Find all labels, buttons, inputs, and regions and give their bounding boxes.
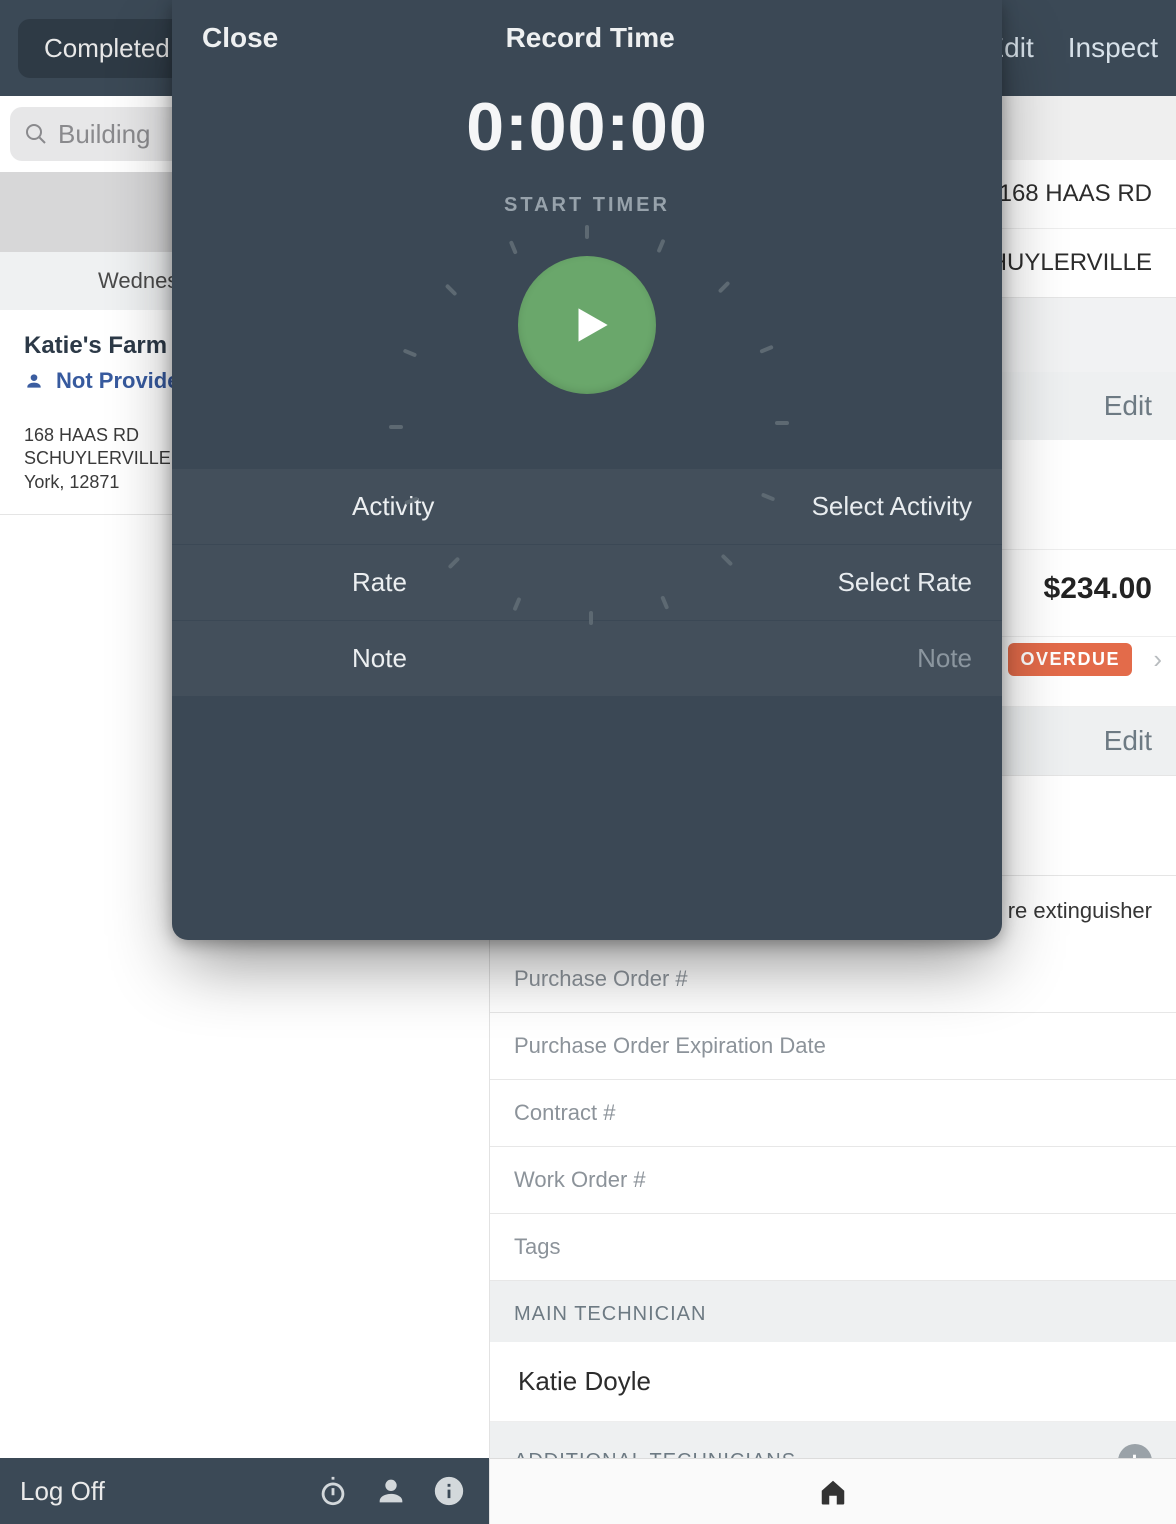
po-expiration-field[interactable]: Purchase Order Expiration Date: [490, 1013, 1176, 1080]
activity-label: Activity: [352, 491, 434, 522]
edit-section-button-1[interactable]: Edit: [1104, 390, 1152, 422]
stopwatch-icon[interactable]: [313, 1471, 353, 1511]
right-footer-bar: [490, 1458, 1176, 1524]
play-icon: [566, 298, 616, 352]
work-order-field[interactable]: Work Order #: [490, 1147, 1176, 1214]
left-footer-bar: Log Off: [0, 1458, 489, 1524]
edit-section-button-2[interactable]: Edit: [1104, 725, 1152, 757]
timer-readout: 0:00:00: [466, 88, 707, 166]
note-label: Note: [352, 643, 407, 674]
tags-field[interactable]: Tags: [490, 1214, 1176, 1281]
timer-dial: [487, 225, 687, 425]
purchase-order-field[interactable]: Purchase Order #: [490, 946, 1176, 1013]
info-icon[interactable]: [429, 1471, 469, 1511]
rate-label: Rate: [352, 567, 407, 598]
start-timer-button[interactable]: [518, 256, 656, 394]
modal-title: Record Time: [208, 22, 972, 54]
chevron-right-icon: ›: [1153, 644, 1162, 675]
person-icon: [24, 371, 44, 391]
activity-row[interactable]: Activity Select Activity: [172, 469, 1002, 545]
user-icon[interactable]: [371, 1471, 411, 1511]
search-placeholder: Building: [58, 119, 151, 150]
log-off-button[interactable]: Log Off: [20, 1476, 105, 1507]
completed-filter-pill[interactable]: Completed: [18, 19, 196, 78]
contract-field[interactable]: Contract #: [490, 1080, 1176, 1147]
note-placeholder: Note: [407, 643, 972, 674]
main-technician-header: MAIN TECHNICIAN: [514, 1303, 706, 1326]
main-technician-value[interactable]: Katie Doyle: [490, 1342, 1176, 1422]
balance-amount: $234.00: [1044, 572, 1152, 606]
note-row[interactable]: Note Note: [172, 621, 1002, 697]
inspect-button[interactable]: Inspect: [1068, 32, 1158, 64]
overdue-badge: OVERDUE: [1008, 643, 1132, 676]
search-icon: [24, 122, 48, 146]
start-timer-label: START TIMER: [504, 194, 670, 217]
record-time-modal: Close Record Time 0:00:00 START TIMER Ac…: [172, 0, 1002, 940]
activity-value: Select Activity: [434, 491, 972, 522]
rate-row[interactable]: Rate Select Rate: [172, 545, 1002, 621]
rate-value: Select Rate: [407, 567, 972, 598]
home-icon[interactable]: [818, 1477, 848, 1507]
